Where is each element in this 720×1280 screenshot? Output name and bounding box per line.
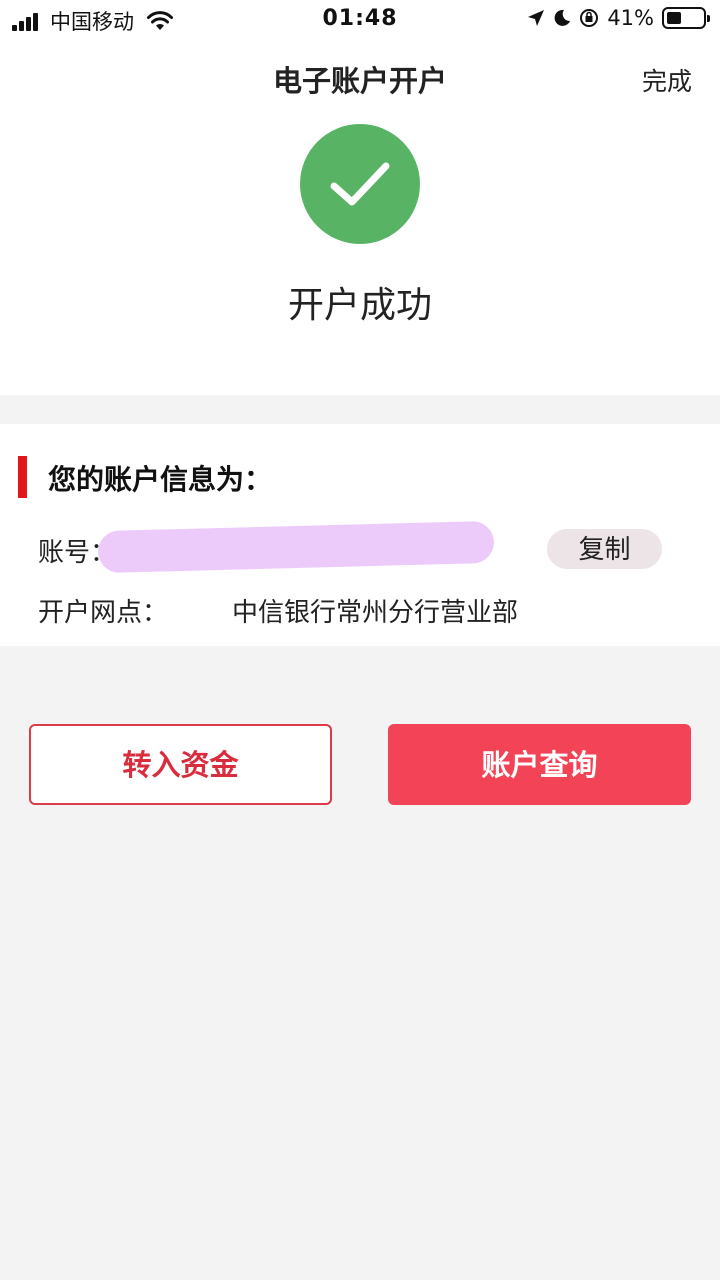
status-bar: 中国移动 01:48 41% [0,0,720,40]
account-info-heading: 您的账户信息为： [48,463,273,496]
status-right: 41% [519,6,710,30]
section-accent-bar [18,456,27,498]
done-button[interactable]: 完成 [642,62,692,98]
battery-percent: 41% [607,6,654,30]
redacted-account-number [97,520,495,574]
transfer-in-button[interactable]: 转入资金 [29,724,332,805]
branch-label: 开户网点： [38,598,169,628]
success-message: 开户成功 [287,285,432,326]
account-query-button[interactable]: 账户查询 [388,724,691,805]
success-check-icon [300,124,420,244]
page-title: 电子账户开户 [272,64,447,98]
location-arrow-icon [528,10,545,26]
account-info-card: 您的账户信息为： 账号： 复制 开户网点： 中信银行常州分行营业部 [0,424,720,646]
copy-button[interactable]: 复制 [547,529,662,569]
battery-icon [662,7,710,29]
branch-value: 中信银行常州分行营业部 [232,598,519,628]
moon-icon [554,9,571,26]
rotation-lock-icon [580,9,599,27]
